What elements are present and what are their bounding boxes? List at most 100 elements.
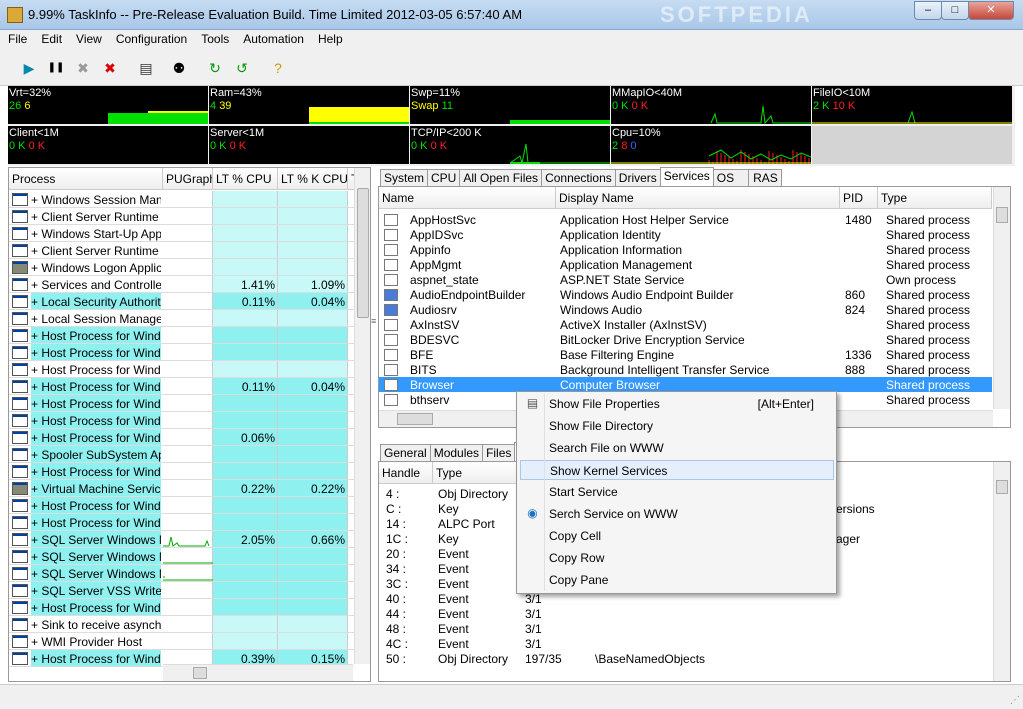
scroll-thumb[interactable]	[996, 207, 1008, 223]
context-menu-item[interactable]: ▤ Show File Properties [Alt+Enter]	[520, 394, 834, 414]
menu-file[interactable]: File	[0, 30, 33, 46]
process-column-header[interactable]: LT % K CPU	[278, 168, 348, 190]
process-row[interactable]: + Host Process for Windo	[9, 412, 354, 429]
context-menu-item[interactable]: ◉ Serch Service on WWW	[520, 504, 834, 524]
restart-icon[interactable]: ↺	[233, 59, 251, 77]
minimize-button[interactable]: –	[914, 1, 942, 20]
menu-view[interactable]: View	[68, 30, 108, 46]
service-column-header[interactable]: Type	[878, 187, 992, 209]
stop-icon[interactable]: ✖	[74, 59, 92, 77]
scroll-thumb[interactable]	[193, 667, 207, 679]
process-row[interactable]: + Windows Logon Applica	[9, 259, 354, 276]
process-row[interactable]: + Host Process for Windo	[9, 599, 354, 616]
menu-configuration[interactable]: Configuration	[108, 30, 193, 46]
context-menu-item[interactable]: Start Service	[520, 482, 834, 502]
service-row[interactable]: AudioEndpointBuilder Windows Audio Endpoi…	[379, 287, 992, 302]
process-row[interactable]: + Host Process for Windo	[9, 514, 354, 531]
tab-services[interactable]: Services	[659, 167, 714, 186]
process-row[interactable]: + Sink to receive asynchr	[9, 616, 354, 633]
services-vertical-scrollbar[interactable]	[993, 187, 1010, 409]
context-menu-item[interactable]: Show Kernel Services	[520, 460, 834, 480]
process-row[interactable]: + SQL Server VSS Writer	[9, 582, 354, 599]
tab-drivers[interactable]: Drivers	[614, 169, 661, 186]
handles-vertical-scrollbar[interactable]	[993, 462, 1010, 681]
service-column-header[interactable]: PID	[840, 187, 878, 209]
play-icon[interactable]: ▶	[20, 59, 38, 77]
service-row[interactable]: Browser Computer Browser Shared process	[379, 377, 992, 392]
tab-modules[interactable]: Modules	[429, 444, 484, 461]
process-row[interactable]: + Host Process for Windo 0.06%	[9, 429, 354, 446]
process-row[interactable]: + SQL Server Windows N 2.05% 0.66%	[9, 531, 354, 548]
service-row[interactable]: BFE Base Filtering Engine 1336 Shared proce…	[379, 347, 992, 362]
process-row[interactable]: + Host Process for Windo	[9, 327, 354, 344]
context-menu-item[interactable]: Copy Cell	[520, 526, 834, 546]
service-row[interactable]: AxInstSV ActiveX Installer (AxInstSV) Shar…	[379, 317, 992, 332]
menu-edit[interactable]: Edit	[33, 30, 68, 46]
tab-all-open-files[interactable]: All Open Files	[459, 169, 543, 186]
context-menu-item[interactable]: Show File Directory	[520, 416, 834, 436]
service-row[interactable]: AppMgmt Application Management Shared proc…	[379, 257, 992, 272]
context-menu-item[interactable]: Copy Pane	[520, 570, 834, 590]
process-row[interactable]: + Host Process for Windo	[9, 395, 354, 412]
handle-row[interactable]: 4C : Event 3/1	[379, 636, 992, 651]
process-horizontal-scrollbar[interactable]	[163, 664, 353, 681]
process-column-header[interactable]: Process	[9, 168, 163, 190]
kill-icon[interactable]: ✖	[101, 59, 119, 77]
process-row[interactable]: + Client Server Runtime P	[9, 242, 354, 259]
handle-row[interactable]: 44 : Event 3/1	[379, 606, 992, 621]
resize-grip-icon[interactable]: ⋰	[1010, 695, 1020, 706]
process-row[interactable]: + Host Process for Windo 0.11% 0.04%	[9, 378, 354, 395]
service-row[interactable]: Audiosrv Windows Audio 824 Shared process	[379, 302, 992, 317]
process-row[interactable]: + Host Process for Windo	[9, 361, 354, 378]
process-row[interactable]: + Host Process for Windo	[9, 463, 354, 480]
splitter-grip-icon[interactable]: ≡	[371, 316, 378, 326]
service-row[interactable]: Appinfo Application Information Shared pro…	[379, 242, 992, 257]
handle-row[interactable]: 48 : Event 3/1	[379, 621, 992, 636]
service-column-header[interactable]: Display Name	[556, 187, 840, 209]
process-row[interactable]: + Virtual Machine Service 0.22% 0.22%	[9, 480, 354, 497]
help-icon[interactable]: ?	[269, 59, 287, 77]
scroll-thumb[interactable]	[996, 480, 1008, 494]
process-row[interactable]: + SQL Server Windows N	[9, 548, 354, 565]
tab-connections[interactable]: Connections	[541, 169, 616, 186]
service-column-header[interactable]: Name	[379, 187, 556, 209]
process-row[interactable]: + Client Server Runtime P	[9, 208, 354, 225]
process-row[interactable]: + Spooler SubSystem App	[9, 446, 354, 463]
process-column-header[interactable]: PUGraph	[163, 168, 213, 190]
service-row[interactable]: BITS Background Intelligent Transfer Serv…	[379, 362, 992, 377]
process-row[interactable]: + Services and Controller 1.41% 1.09%	[9, 276, 354, 293]
process-row[interactable]: + WMI Provider Host	[9, 633, 354, 650]
tab-system[interactable]: System	[380, 169, 429, 186]
service-row[interactable]: AppIDSvc Application Identity Shared proce…	[379, 227, 992, 242]
handle-row[interactable]: 50 : Obj Directory 197/35 \BaseNamedObjects	[379, 651, 992, 666]
tab-ras[interactable]: RAS	[748, 169, 782, 186]
find-icon[interactable]: ⚉	[170, 59, 188, 77]
process-column-header[interactable]: LT % CPU	[213, 168, 278, 190]
service-row[interactable]: BDESVC BitLocker Drive Encryption Service…	[379, 332, 992, 347]
context-menu-item[interactable]: Copy Row	[520, 548, 834, 568]
process-row[interactable]: + Host Process for Windo	[9, 497, 354, 514]
process-row[interactable]: + SQL Server Windows N	[9, 565, 354, 582]
service-row[interactable]: aspnet_state ASP.NET State Service Own pro…	[379, 272, 992, 287]
maximize-button[interactable]: □	[941, 1, 969, 20]
process-row[interactable]: + Windows Start-Up Appli	[9, 225, 354, 242]
tab-cpu[interactable]: CPU	[427, 169, 461, 186]
refresh-icon[interactable]: ↻	[206, 59, 224, 77]
scroll-thumb[interactable]	[357, 188, 369, 318]
scroll-thumb[interactable]	[397, 413, 433, 425]
process-row[interactable]: + Local Session Manager	[9, 310, 354, 327]
pause-icon[interactable]: ❚❚	[47, 59, 65, 77]
menu-tools[interactable]: Tools	[193, 30, 235, 46]
service-row[interactable]: AppHostSvc Application Host Helper Servic…	[379, 212, 992, 227]
close-button[interactable]: ✕	[968, 1, 1014, 20]
tab-os[interactable]: OS	[712, 169, 750, 186]
process-row[interactable]: + Local Security Authority 0.11% 0.04%	[9, 293, 354, 310]
properties-icon[interactable]: ▤	[137, 59, 155, 77]
process-row[interactable]: + Windows Session Mana	[9, 191, 354, 208]
menu-automation[interactable]: Automation	[235, 30, 310, 46]
handle-column-header[interactable]: Handle	[379, 462, 433, 484]
menu-help[interactable]: Help	[310, 30, 349, 46]
process-row[interactable]: + Host Process for Windo	[9, 344, 354, 361]
context-menu-item[interactable]: Search File on WWW	[520, 438, 834, 458]
tab-files[interactable]: Files	[482, 444, 516, 461]
